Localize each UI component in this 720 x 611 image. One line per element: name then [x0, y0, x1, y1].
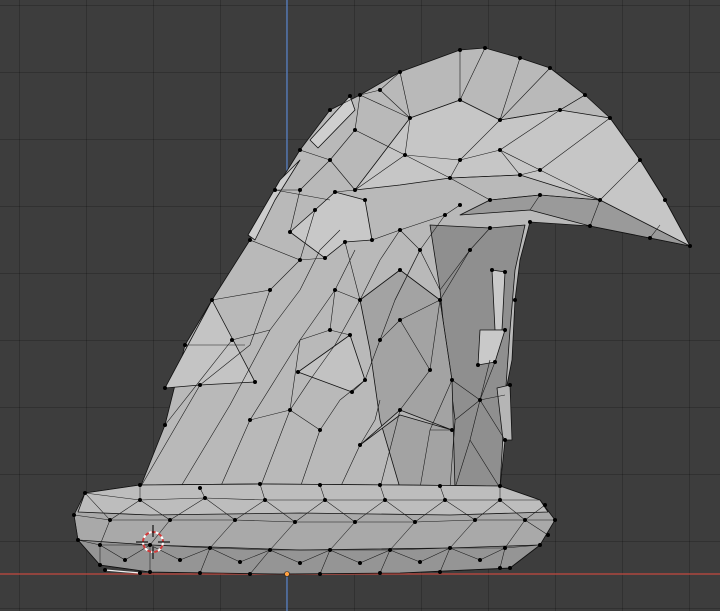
- object-origin-icon: [284, 571, 290, 577]
- viewport-canvas[interactable]: [0, 0, 720, 611]
- 3d-viewport[interactable]: [0, 0, 720, 611]
- brim-left-edge: [104, 569, 141, 574]
- hat-mesh[interactable]: [73, 47, 691, 575]
